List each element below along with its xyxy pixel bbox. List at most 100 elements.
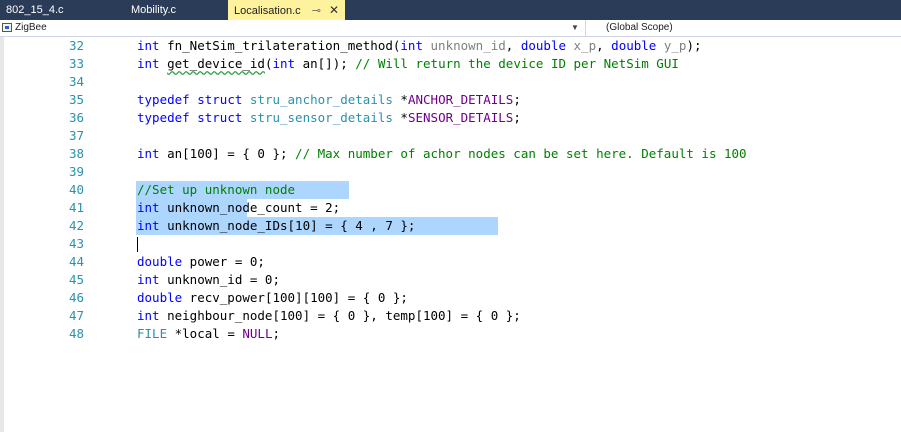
code-token: , (596, 38, 612, 53)
line-number: 33 (68, 56, 84, 71)
chevron-down-icon[interactable]: ▼ (571, 21, 579, 35)
code-token: fn_NetSim_trilateration_method( (159, 38, 401, 53)
tab-localisation-c[interactable]: Localisation.c ⊸ ✕ (228, 0, 346, 21)
code-token: stru_anchor_details (249, 92, 393, 107)
code-token: ; (272, 326, 281, 341)
code-text: int neighbour_node[100] = { 0 }, temp[10… (137, 307, 521, 325)
code-token: unknown_node_IDs[10] = { 4 , 7 }; (159, 218, 416, 233)
text-caret (137, 237, 138, 252)
code-text: typedef struct stru_sensor_details *SENS… (137, 109, 521, 127)
code-token: y_p (663, 38, 687, 53)
line-number: 44 (68, 254, 84, 269)
code-line[interactable]: 40 //Set up unknown node (0, 181, 901, 199)
code-token: // Max number of achor nodes can be set … (295, 146, 747, 161)
code-token: FILE (137, 326, 168, 341)
navigation-bar: ZigBee ▼ (Global Scope) (0, 20, 901, 37)
tab-label: 802_15_4.c (6, 4, 64, 16)
code-line[interactable]: 36 typedef struct stru_sensor_details *SE… (0, 109, 901, 127)
code-token: int (137, 308, 160, 323)
code-token: double (611, 38, 657, 53)
code-token: int (137, 56, 160, 71)
code-token: int (137, 146, 160, 161)
code-token: stru_sensor_details (249, 110, 393, 125)
code-line[interactable]: 37 (0, 127, 901, 145)
close-icon[interactable]: ✕ (329, 0, 339, 20)
line-number: 43 (68, 236, 84, 251)
code-token: double (137, 290, 183, 305)
code-line[interactable]: 42 int unknown_node_IDs[10] = { 4 , 7 }; (0, 217, 901, 235)
code-token: ANCHOR_DETAILS (407, 92, 514, 107)
code-text: int get_device_id(int an[]); // Will ret… (137, 55, 679, 73)
code-token: struct (197, 92, 243, 107)
document-tab-strip: 802_15_4.c Mobility.c Localisation.c ⊸ ✕ (0, 0, 901, 20)
code-token: unknown_node_count = 2; (159, 200, 341, 215)
tab-label: Mobility.c (131, 4, 177, 16)
code-line[interactable]: 41 int unknown_node_count = 2; (0, 199, 901, 217)
code-token: // Will return the device ID per NetSim … (355, 56, 679, 71)
code-line[interactable]: 46 double recv_power[100][100] = { 0 }; (0, 289, 901, 307)
code-text: int an[100] = { 0 }; // Max number of ac… (137, 145, 747, 163)
scope-dropdown[interactable]: (Global Scope) (606, 21, 673, 35)
code-text: int fn_NetSim_trilateration_method(int u… (137, 37, 702, 55)
line-number: 37 (68, 128, 84, 143)
code-token: an[]); (295, 56, 356, 71)
code-line[interactable]: 44 double power = 0; (0, 253, 901, 271)
line-number: 41 (68, 200, 84, 215)
code-line[interactable]: 48 FILE *local = NULL; (0, 325, 901, 343)
code-token: unknown_id = 0; (159, 272, 280, 287)
code-token: struct (197, 110, 243, 125)
code-text: double recv_power[100][100] = { 0 }; (137, 289, 408, 307)
code-token: ; (513, 92, 521, 107)
code-line[interactable]: 38 int an[100] = { 0 }; // Max number of … (0, 145, 901, 163)
line-number: 42 (68, 218, 84, 233)
code-line[interactable]: 43 (0, 235, 901, 253)
code-line[interactable]: 34 (0, 73, 901, 91)
project-dropdown[interactable]: ZigBee ▼ (0, 20, 586, 36)
code-token: , (505, 38, 521, 53)
code-text: int unknown_id = 0; (137, 271, 280, 289)
line-number: 46 (68, 290, 84, 305)
code-line[interactable]: 47 int neighbour_node[100] = { 0 }, temp[… (0, 307, 901, 325)
code-token: neighbour_node[100] = { 0 }, temp[100] =… (159, 308, 521, 323)
code-text: //Set up unknown node (137, 181, 295, 199)
code-token: power = 0; (182, 254, 265, 269)
code-token: NULL (242, 326, 273, 341)
code-editor-window: 802_15_4.c Mobility.c Localisation.c ⊸ ✕… (0, 0, 901, 432)
code-token: //Set up unknown node (137, 182, 296, 197)
code-token: ; (513, 110, 521, 125)
code-line[interactable]: 32 int fn_NetSim_trilateration_method(int… (0, 37, 901, 55)
pin-icon[interactable]: ⊸ (312, 1, 321, 21)
code-token: int (137, 272, 160, 287)
code-token: get_device_id (167, 56, 265, 71)
code-line[interactable]: 39 (0, 163, 901, 181)
line-number: 48 (68, 326, 84, 341)
code-text: int unknown_node_count = 2; (137, 199, 340, 217)
line-number: 32 (68, 38, 84, 53)
code-token: double (137, 254, 183, 269)
project-label: ZigBee (15, 22, 47, 33)
code-token: ); (686, 38, 702, 53)
tab-mobility-c[interactable]: Mobility.c (125, 0, 182, 20)
code-token: int (137, 200, 160, 215)
code-line[interactable]: 33 int get_device_id(int an[]); // Will r… (0, 55, 901, 73)
tab-802-15-4-c[interactable]: 802_15_4.c (0, 0, 70, 20)
line-number: 39 (68, 164, 84, 179)
code-text: int unknown_node_IDs[10] = { 4 , 7 }; (137, 217, 415, 235)
code-token: * (392, 92, 408, 107)
code-token: int (137, 38, 160, 53)
code-token: int (400, 38, 423, 53)
project-icon (2, 23, 12, 32)
code-token: SENSOR_DETAILS (407, 110, 514, 125)
code-token: typedef (137, 110, 190, 125)
code-line[interactable]: 45 int unknown_id = 0; (0, 271, 901, 289)
code-line[interactable]: 35 typedef struct stru_anchor_details *AN… (0, 91, 901, 109)
line-number: 35 (68, 92, 84, 107)
code-editor[interactable]: 32 int fn_NetSim_trilateration_method(int… (0, 37, 901, 432)
line-number: 40 (68, 182, 84, 197)
code-token: int (272, 56, 296, 71)
line-number: 47 (68, 308, 84, 323)
